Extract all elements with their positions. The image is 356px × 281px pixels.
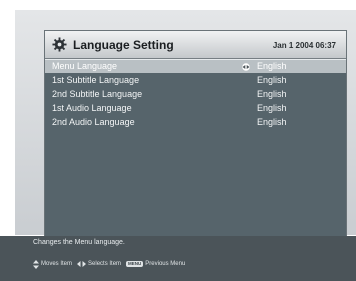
- help-bar: Changes the Menu language. Moves Item Se…: [0, 236, 356, 281]
- datetime-display: Jan 1 2004 06:37: [272, 41, 336, 50]
- gear-icon: [52, 37, 67, 52]
- menu-item-menu-language[interactable]: Menu Language English: [45, 59, 346, 73]
- language-settings-list: Menu Language English 1st Subtitle Langu…: [45, 59, 346, 237]
- menu-key-icon: MENU: [126, 261, 144, 267]
- key-legend: Moves Item Selects Item MENU Previous Me…: [33, 259, 185, 269]
- menu-item-2nd-audio-language[interactable]: 2nd Audio Language English: [45, 115, 346, 129]
- legend-selects-item: Selects Item: [88, 261, 122, 267]
- menu-item-1st-subtitle-language[interactable]: 1st Subtitle Language English: [45, 73, 346, 87]
- menu-item-value[interactable]: English: [257, 103, 287, 113]
- menu-item-label: 2nd Audio Language: [52, 117, 135, 127]
- menu-item-2nd-subtitle-language[interactable]: 2nd Subtitle Language English: [45, 87, 346, 101]
- legend-moves-item: Moves Item: [41, 261, 73, 267]
- window-title: Language Setting: [73, 38, 174, 52]
- menu-item-value[interactable]: English: [257, 61, 287, 71]
- language-setting-window: Language Setting Jan 1 2004 06:37 Menu L…: [44, 30, 347, 238]
- menu-item-value[interactable]: English: [257, 117, 287, 127]
- help-description: Changes the Menu language.: [33, 239, 125, 246]
- menu-item-value[interactable]: English: [257, 75, 287, 85]
- menu-item-label: 2nd Subtitle Language: [52, 89, 143, 99]
- menu-item-label: 1st Audio Language: [52, 103, 132, 113]
- menu-item-label: Menu Language: [52, 61, 118, 71]
- left-right-arrows-icon: [242, 63, 250, 71]
- up-down-arrows-icon: [33, 259, 39, 269]
- left-right-arrows-icon: [77, 261, 87, 267]
- legend-previous-menu: Previous Menu: [145, 261, 186, 267]
- menu-item-1st-audio-language[interactable]: 1st Audio Language English: [45, 101, 346, 115]
- menu-item-label: 1st Subtitle Language: [52, 75, 140, 85]
- window-header: Language Setting Jan 1 2004 06:37: [45, 31, 346, 59]
- menu-item-value[interactable]: English: [257, 89, 287, 99]
